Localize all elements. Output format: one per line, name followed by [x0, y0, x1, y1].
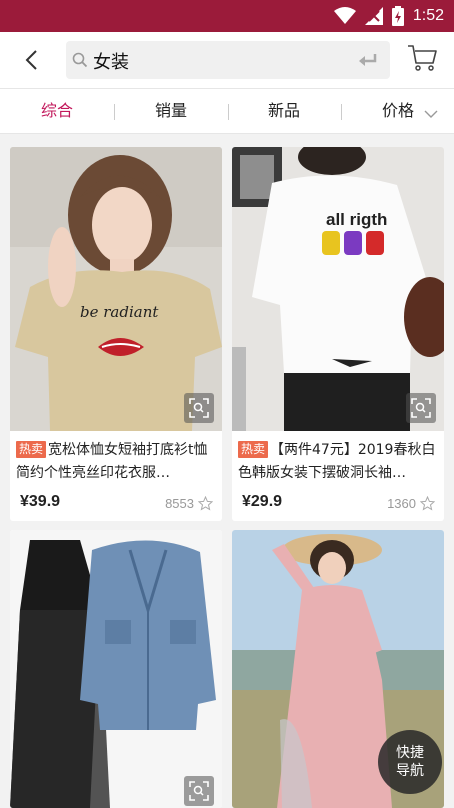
- wifi-icon: [333, 7, 356, 24]
- hot-badge: 热卖: [238, 441, 269, 458]
- quick-nav-label-1: 快捷: [396, 745, 424, 761]
- shirt-print-text: be radiant: [80, 303, 159, 321]
- product-title[interactable]: 热卖 宽松体恤女短袖打底衫t恤简约个性亮丝印花衣服…: [16, 439, 218, 485]
- back-button[interactable]: [16, 46, 46, 74]
- product-card[interactable]: [10, 530, 222, 808]
- tab-comprehensive[interactable]: 综合: [41, 89, 73, 133]
- product-image[interactable]: [10, 530, 222, 808]
- product-title[interactable]: 热卖 【两件47元】2019春秋白色韩版女装下摆破洞长袖…: [238, 439, 440, 485]
- search-icon: [72, 52, 88, 68]
- enter-icon[interactable]: [358, 52, 378, 68]
- star-icon[interactable]: [198, 496, 213, 511]
- product-image[interactable]: be radiant: [10, 147, 222, 431]
- battery-icon: [391, 6, 404, 26]
- search-query: 女装: [93, 52, 129, 73]
- tab-divider: [114, 104, 115, 120]
- signal-icon: [364, 7, 383, 25]
- zoom-button[interactable]: [406, 393, 436, 423]
- quick-nav-label-2: 导航: [396, 763, 424, 779]
- zoom-icon: [189, 781, 209, 801]
- product-card[interactable]: all rigth 热卖 【两件47元】2019春秋白色韩版女装下摆破洞长袖… ¥…: [232, 147, 444, 521]
- product-card[interactable]: be radiant 热卖 宽松体恤女短袖打底衫t恤简约个性亮丝印花衣服… ¥39…: [10, 147, 222, 521]
- tab-divider: [228, 104, 229, 120]
- tab-divider: [341, 104, 342, 120]
- zoom-icon: [411, 398, 431, 418]
- search-header: 女装: [0, 32, 454, 88]
- status-time: 1:52: [412, 7, 444, 24]
- sort-tabs: 综合 销量 新品 价格: [0, 88, 454, 134]
- chevron-down-icon[interactable]: [424, 109, 438, 119]
- hot-badge: 热卖: [16, 441, 47, 458]
- zoom-icon: [189, 398, 209, 418]
- tab-sales[interactable]: 销量: [155, 89, 187, 133]
- sales-count: 1360: [387, 496, 416, 511]
- product-price: ¥39.9: [20, 493, 61, 510]
- status-bar: 1:52: [0, 0, 454, 32]
- tab-new[interactable]: 新品: [268, 89, 300, 133]
- tab-price[interactable]: 价格: [382, 89, 414, 133]
- quick-nav-button[interactable]: 快捷 导航: [378, 730, 442, 794]
- zoom-button[interactable]: [184, 393, 214, 423]
- product-price: ¥29.9: [242, 493, 283, 510]
- search-input[interactable]: 女装: [66, 41, 390, 79]
- zoom-button[interactable]: [184, 776, 214, 806]
- star-icon[interactable]: [420, 496, 435, 511]
- back-arrow-icon: [25, 50, 37, 70]
- sales-count: 8553: [165, 496, 194, 511]
- shirt-print-text: all rigth: [326, 210, 387, 229]
- cart-button[interactable]: [406, 43, 438, 73]
- product-image[interactable]: all rigth: [232, 147, 444, 431]
- cart-icon: [408, 45, 437, 71]
